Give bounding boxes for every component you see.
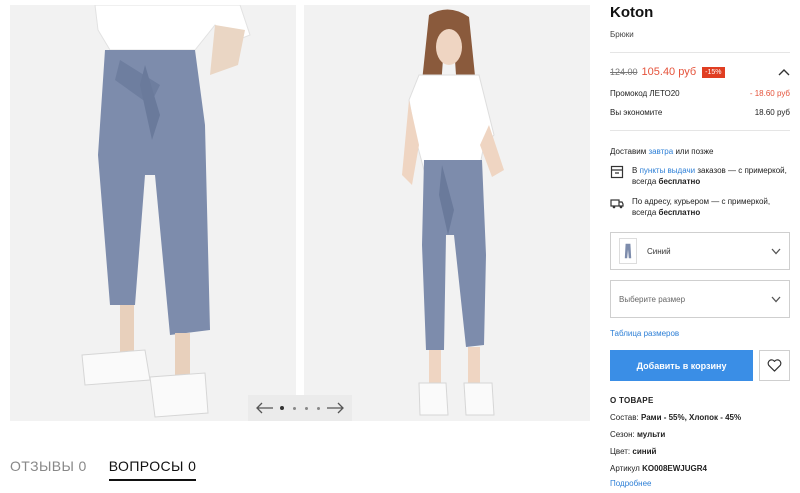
color-thumbnail <box>619 238 637 264</box>
delivery-suffix: или позже <box>675 147 714 156</box>
about-title: О ТОВАРЕ <box>610 396 654 405</box>
courier-free: бесплатно <box>658 208 701 217</box>
gallery-navigation <box>248 395 352 421</box>
heart-icon <box>767 359 782 372</box>
savings-label: Вы экономите <box>610 108 663 117</box>
size-table-link[interactable]: Таблица размеров <box>610 329 790 338</box>
pickup-pre: В <box>632 166 638 175</box>
composition-label: Состав: <box>610 413 639 422</box>
chevron-down-icon <box>771 296 781 302</box>
gallery-dot[interactable] <box>293 406 296 410</box>
delivery-day-link[interactable]: завтра <box>648 147 673 156</box>
discount-badge: -15% <box>702 66 725 78</box>
composition-row: Состав: Рами - 55%, Хлопок - 45% <box>610 413 790 422</box>
gallery-dot[interactable] <box>305 406 308 410</box>
more-details-link[interactable]: Подробнее <box>610 479 790 488</box>
season-value: мульти <box>636 430 666 439</box>
brand-name[interactable]: Koton <box>610 4 790 21</box>
arrow-left-icon[interactable] <box>256 401 274 415</box>
product-gallery <box>10 5 590 421</box>
product-info-panel: Koton Брюки 124.00 105.40 руб -15% Промо… <box>610 0 790 488</box>
gallery-dot[interactable] <box>317 406 320 410</box>
delivery-prefix: Доставим <box>610 147 647 156</box>
composition-value: Рами - 55%, Хлопок - 45% <box>640 413 742 422</box>
delivery-courier: По адресу, курьером — с примеркой, всегд… <box>610 196 790 218</box>
divider <box>610 130 790 131</box>
tab-reviews[interactable]: ОТЗЫВЫ 0 <box>10 458 87 481</box>
pickup-free: бесплатно <box>658 177 701 186</box>
savings-row: Вы экономите 18.60 руб <box>610 108 790 117</box>
courier-truck-icon <box>610 199 624 209</box>
chevron-down-icon <box>771 248 781 254</box>
gallery-dots <box>280 406 320 410</box>
promo-row: Промокод ЛЕТО20 - 18.60 руб <box>610 89 790 98</box>
delivery-summary: Доставим завтра или позже <box>610 147 790 156</box>
savings-value: 18.60 руб <box>754 108 790 117</box>
arrow-right-icon[interactable] <box>326 401 344 415</box>
purchase-actions: Добавить в корзину <box>610 350 790 381</box>
tab-questions[interactable]: ВОПРОСЫ 0 <box>108 458 197 481</box>
season-row: Сезон: мульти <box>610 430 790 439</box>
article-label: Артикул <box>610 464 640 473</box>
divider <box>610 52 790 53</box>
color-select-value: Синий <box>647 246 671 256</box>
pickup-point-icon <box>610 165 624 179</box>
color-select[interactable]: Синий <box>610 232 790 270</box>
delivery-pickup: В пункты выдачи заказов — с примеркой, в… <box>610 165 790 187</box>
pickup-points-link[interactable]: пункты выдачи <box>640 166 696 175</box>
product-type: Брюки <box>610 30 634 39</box>
pickup-text: В пункты выдачи заказов — с примеркой, в… <box>632 165 790 187</box>
courier-desc: По адресу, курьером — с примеркой, всегд… <box>632 197 771 217</box>
price-row: 124.00 105.40 руб -15% <box>610 65 790 79</box>
promo-label: Промокод ЛЕТО20 <box>610 89 680 98</box>
courier-text: По адресу, курьером — с примеркой, всегд… <box>632 196 790 218</box>
content-tabs: ОТЗЫВЫ 0 ВОПРОСЫ 0 <box>10 458 197 481</box>
color-row: Цвет: синий <box>610 447 790 456</box>
gallery-dot[interactable] <box>280 406 284 410</box>
chevron-up-icon[interactable] <box>778 68 790 76</box>
product-photo-1[interactable] <box>10 5 296 421</box>
article-row: Артикул KO008EWJUGR4 <box>610 464 790 473</box>
size-select-placeholder: Выберите размер <box>619 294 686 304</box>
season-label: Сезон: <box>610 430 635 439</box>
product-photo-2[interactable] <box>304 5 590 421</box>
size-select[interactable]: Выберите размер <box>610 280 790 318</box>
favorite-button[interactable] <box>759 350 790 381</box>
old-price: 124.00 <box>610 67 638 77</box>
color-value: синий <box>632 447 657 456</box>
current-price: 105.40 руб <box>641 66 697 78</box>
promo-value: - 18.60 руб <box>749 89 790 98</box>
add-to-cart-button[interactable]: Добавить в корзину <box>610 350 754 381</box>
color-label: Цвет: <box>610 447 631 456</box>
article-value: KO008EWJUGR4 <box>642 464 707 473</box>
